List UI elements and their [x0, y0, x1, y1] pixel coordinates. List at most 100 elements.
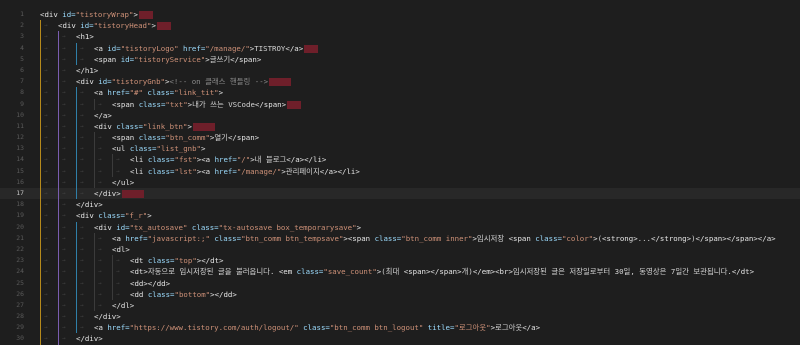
- code-line[interactable]: 9 <span class="txt">내가 쓰는 VSCode</span>: [0, 98, 800, 110]
- code-token: 자동으로 임시저장된 글을 불러옵니다.: [147, 267, 279, 277]
- indent-guide: [76, 143, 94, 155]
- code-token: "tistoryGnb": [111, 77, 166, 87]
- code-line[interactable]: 10 </a>: [0, 109, 800, 121]
- indent-guide: [94, 143, 112, 155]
- indent-guide: [58, 232, 76, 244]
- code-token: </dt>: [731, 267, 755, 277]
- code-line[interactable]: 1 <div id="tistoryWrap">: [0, 9, 800, 20]
- code-text: </a>: [40, 109, 112, 121]
- code-line[interactable]: 24 <dt>자동으로 임시저장된 글을 불러옵니다. <em class="sa…: [0, 266, 800, 278]
- code-line[interactable]: 26 <dd class="bottom"></dd>: [0, 288, 800, 300]
- code-text: <dd class="bottom"></dd>: [40, 288, 237, 300]
- code-token: "btn_comm": [165, 133, 210, 143]
- code-token: "tistoryService": [134, 54, 206, 64]
- code-line[interactable]: 16 </ul>: [0, 176, 800, 188]
- indent-guide: [58, 109, 76, 121]
- code-text: <span id="tistoryService">글쓰기</span>: [40, 53, 261, 65]
- code-line[interactable]: 11 <div class="link_btn">: [0, 120, 800, 132]
- code-token: 개): [461, 267, 473, 277]
- code-line[interactable]: 3 <h1>: [0, 31, 800, 43]
- code-token: </span>: [254, 99, 287, 109]
- code-line[interactable]: 20 <div id="tx_autosave" class="tx-autosa…: [0, 221, 800, 233]
- code-line[interactable]: 14 <li class="fst"><a href="/">내 블로그</a><…: [0, 154, 800, 166]
- code-text: <div id="tx_autosave" class="tx-autosave…: [40, 221, 361, 233]
- code-line[interactable]: 21<a href="javascript:;" class="btn_comm…: [0, 232, 800, 244]
- line-number: 14: [16, 155, 24, 164]
- code-line[interactable]: 29 <a href="https://www.tistory.com/auth/…: [0, 322, 800, 334]
- code-text: <li class="lst"><a href="/manage/">관리페이지…: [40, 165, 360, 177]
- indent-guide: [58, 266, 76, 278]
- line-number: 25: [16, 278, 24, 287]
- code-line[interactable]: 19 <div class="f_r">: [0, 210, 800, 222]
- code-line[interactable]: 7 <div id="tistoryGnb"><!-- on 클래스 핸들링 --…: [0, 76, 800, 88]
- indent-guide: [58, 98, 76, 110]
- code-lines[interactable]: 1<div id="tistoryWrap">2<div id="tistory…: [0, 9, 800, 345]
- code-line[interactable]: 23 <dt class="top"></dt>: [0, 255, 800, 267]
- line-number: 1: [20, 10, 24, 18]
- indent-guide: [40, 31, 58, 43]
- code-token: "fst": [174, 155, 197, 165]
- code-token: id=: [116, 222, 130, 232]
- line-number: 27: [16, 300, 24, 309]
- trailing-whitespace-marker: [287, 100, 302, 109]
- line-number: 28: [16, 312, 24, 321]
- indent-guide: [76, 232, 94, 244]
- code-text: <div class="link_btn">: [40, 120, 215, 132]
- code-token: <div: [94, 222, 117, 232]
- code-token: class=: [535, 233, 562, 243]
- line-number: 20: [16, 222, 24, 231]
- code-editor[interactable]: 1<div id="tistoryWrap">2<div id="tistory…: [0, 0, 800, 345]
- code-token: ><span: [343, 233, 375, 243]
- code-token: "btn_comm btn_tempsave": [241, 233, 344, 243]
- code-token: <span: [112, 133, 139, 143]
- code-token: "btn_comm inner": [401, 233, 473, 243]
- code-line[interactable]: 4 <a id="tistoryLogo" href="/manage/">TIS…: [0, 42, 800, 54]
- indent-guide: [94, 165, 112, 177]
- code-line[interactable]: 6 </h1>: [0, 64, 800, 76]
- code-token: <a: [94, 88, 108, 98]
- code-line[interactable]: 18 </div>: [0, 199, 800, 211]
- code-token: href=: [107, 323, 130, 333]
- code-token: href=: [214, 155, 237, 165]
- code-token: "/manage/": [236, 166, 282, 176]
- indent-guide: [58, 143, 76, 155]
- code-token: "tistoryWrap": [75, 10, 134, 19]
- code-line[interactable]: 8 <a href="#" class="link_tit">: [0, 87, 800, 99]
- code-line[interactable]: 12 <span class="btn_comm">열기</span>: [0, 132, 800, 143]
- code-line[interactable]: 15 <li class="lst"><a href="/manage/">관리페…: [0, 165, 800, 177]
- indent-guide: [76, 98, 94, 110]
- code-line[interactable]: 30 </div>: [0, 333, 800, 345]
- indent-guide: [112, 154, 130, 166]
- code-text: <h1>: [40, 31, 94, 43]
- code-line[interactable]: 28 </div>: [0, 311, 800, 322]
- line-number: 13: [16, 144, 24, 153]
- line-number: 4: [20, 43, 24, 52]
- code-token: class=: [187, 222, 219, 232]
- indent-guide: [58, 42, 76, 54]
- code-token: "/": [236, 155, 251, 165]
- line-number: 23: [16, 256, 24, 265]
- code-line[interactable]: 17 </div>: [0, 188, 800, 199]
- code-line[interactable]: 2 <div id="tistoryHead">: [0, 20, 800, 32]
- code-token: id=: [120, 54, 135, 64]
- indent-guide: [40, 176, 58, 188]
- indent-guide: [58, 132, 76, 143]
- code-token: <li: [130, 166, 148, 176]
- code-token: <em: [278, 267, 297, 277]
- code-token: class=: [138, 133, 166, 143]
- code-line[interactable]: 5 <span id="tistoryService">글쓰기</span>: [0, 53, 800, 65]
- code-line[interactable]: 22 <dl>: [0, 243, 800, 255]
- code-line[interactable]: 25 <dd></dd>: [0, 277, 800, 289]
- code-token: >: [187, 121, 192, 131]
- indent-guide: [40, 76, 58, 88]
- code-text: <a href="#" class="link_tit">: [40, 87, 224, 99]
- code-token: href=: [178, 43, 206, 53]
- code-token: >: [218, 88, 224, 98]
- code-text: <dd></dd>: [40, 277, 170, 289]
- code-line[interactable]: 13 <ul class="list_gnb">: [0, 143, 800, 155]
- code-token: 내 블로그: [254, 155, 287, 165]
- code-line[interactable]: 27 </dl>: [0, 299, 800, 311]
- code-token: </div>: [76, 200, 103, 210]
- indent-guide: [58, 76, 76, 88]
- code-text: </div>: [40, 188, 144, 199]
